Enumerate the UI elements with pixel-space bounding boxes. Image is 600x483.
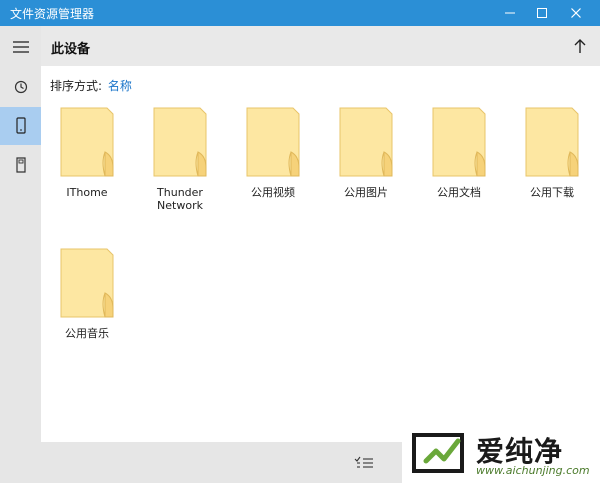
location-header: 此设备: [41, 26, 600, 66]
sort-label: 排序方式:: [50, 79, 103, 93]
page-title: 此设备: [51, 42, 91, 57]
folder-name: 公用文档: [437, 186, 481, 199]
folder-icon: [338, 106, 394, 178]
folder-name: IThome: [66, 186, 108, 199]
folder-icon: [59, 247, 115, 319]
watermark-logo-icon: [412, 433, 464, 473]
folder-name: 公用音乐: [65, 327, 109, 340]
folder-item[interactable]: 公用音乐: [45, 247, 129, 340]
hamburger-menu-icon: [12, 41, 29, 53]
maximize-icon: [537, 8, 547, 18]
sort-value[interactable]: 名称: [108, 79, 132, 93]
nav-rail: [0, 26, 41, 483]
close-button[interactable]: [558, 0, 594, 26]
title-bar: 文件资源管理器: [0, 0, 600, 26]
nav-this-device[interactable]: [0, 107, 41, 145]
up-button[interactable]: [570, 36, 590, 56]
folder-icon: [524, 106, 580, 178]
minimize-icon: [505, 12, 515, 14]
folder-name: 公用下载: [530, 186, 574, 199]
menu-button[interactable]: [0, 28, 41, 66]
minimize-button[interactable]: [492, 0, 528, 26]
folder-item[interactable]: Thunder Network: [138, 106, 222, 212]
folder-icon: [152, 106, 208, 178]
folder-icon: [431, 106, 487, 178]
folder-item[interactable]: 公用文档: [417, 106, 501, 199]
folder-icon: [245, 106, 301, 178]
folder-icon: [59, 106, 115, 178]
sort-control[interactable]: 排序方式: 名称: [50, 77, 132, 94]
folder-item[interactable]: 公用视频: [231, 106, 315, 199]
watermark-url: www.aichunjing.com: [476, 464, 590, 477]
maximize-button[interactable]: [524, 0, 560, 26]
folder-view: 排序方式: 名称 IThome Thunder Network 公用视频 公用图…: [41, 66, 600, 442]
multi-select-icon: [354, 456, 373, 468]
this-device-icon: [15, 117, 26, 134]
up-arrow-icon: [574, 39, 586, 53]
folder-name: 公用视频: [251, 186, 295, 199]
folder-item[interactable]: 公用下载: [510, 106, 594, 199]
close-icon: [571, 8, 581, 18]
folder-name: 公用图片: [344, 186, 388, 199]
nav-sd-card[interactable]: [0, 146, 41, 184]
folder-name: Thunder Network: [157, 186, 203, 212]
watermark: 爱纯净 www.aichunjing.com: [402, 426, 600, 483]
folder-item[interactable]: 公用图片: [324, 106, 408, 199]
window-title: 文件资源管理器: [10, 7, 95, 21]
nav-recent[interactable]: [0, 68, 41, 106]
sd-card-icon: [15, 157, 26, 173]
recent-clock-icon: [14, 80, 27, 94]
folder-item[interactable]: IThome: [45, 106, 129, 199]
select-button[interactable]: [353, 453, 375, 473]
